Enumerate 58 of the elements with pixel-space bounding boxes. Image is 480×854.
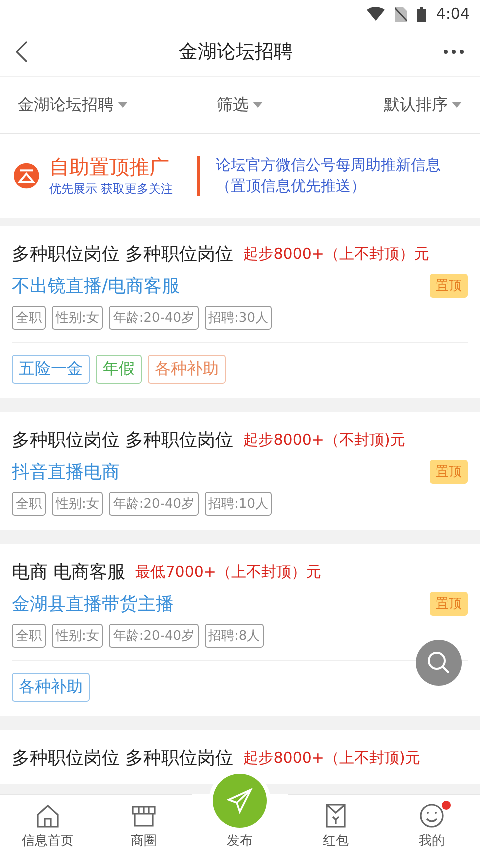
promo-subtitle: 优先展示 获取更多关注: [49, 181, 174, 198]
tab-item[interactable]: 我的: [384, 794, 480, 854]
job-tag: 全职: [12, 624, 46, 648]
home-icon: [34, 802, 62, 830]
promo-title: 自助置顶推广: [49, 154, 170, 181]
battery-icon: [417, 6, 426, 22]
caret-icon: [452, 102, 462, 108]
filter-dropdown[interactable]: 筛选: [199, 94, 281, 116]
job-tag: 招聘:8人: [204, 624, 264, 648]
more-icon: [444, 50, 464, 54]
job-tag: 年龄:20-40岁: [109, 306, 199, 330]
benefit-tag: 年假: [96, 355, 142, 384]
job-position: 不出镜直播/电商客服: [12, 275, 182, 298]
job-tag: 招聘:10人: [204, 492, 272, 516]
tab-item[interactable]: 信息首页: [0, 794, 96, 854]
job-card[interactable]: 电商 电商客服 最低7000+（上不封顶）元 金湖县直播带货主播 置顶 全职 性别:女 年龄:20-40岁 招聘:8人 各种补助: [0, 544, 480, 716]
tab-item[interactable]: 发布: [192, 774, 288, 854]
no-sim-icon: [395, 6, 408, 22]
salary: 最低7000+（上不封顶）元: [136, 562, 322, 582]
filter-dropdown[interactable]: 默认排序: [366, 94, 480, 116]
job-tag: 性别:女: [52, 624, 104, 648]
job-tag: 招聘:30人: [204, 306, 272, 330]
salary: 起步8000+（上不封顶）元: [244, 244, 430, 264]
salary: 起步8000+（不封顶)元: [244, 430, 406, 450]
publish-icon: [213, 774, 267, 828]
job-position: 金湖县直播带货主播: [12, 593, 175, 616]
status-time: 4:04: [436, 5, 470, 23]
job-tag: 全职: [12, 306, 46, 330]
tab-item[interactable]: 红包: [288, 794, 384, 854]
job-tag: 全职: [12, 492, 46, 516]
job-title: 多种职位岗位 多种职位岗位: [12, 243, 234, 266]
job-tag: 年龄:20-40岁: [109, 492, 199, 516]
search-icon: [427, 651, 451, 675]
caret-icon: [118, 102, 128, 108]
page-title: 金湖论坛招聘: [179, 40, 293, 65]
job-card[interactable]: 多种职位岗位 多种职位岗位 起步8000+（不封顶)元 抖音直播电商 置顶 全职 性别:女 年龄:20-40岁 招聘:10人: [0, 412, 480, 530]
pinned-badge: 置顶: [430, 460, 468, 484]
smiley-icon: [418, 802, 446, 830]
job-tag: 性别:女: [52, 492, 104, 516]
benefit-tag: 五险一金: [12, 355, 90, 384]
pinned-badge: 置顶: [430, 592, 468, 616]
tab-item[interactable]: 商圈: [96, 794, 192, 854]
wifi-icon: [367, 7, 386, 21]
job-title: 多种职位岗位 多种职位岗位: [12, 429, 234, 452]
filter-dropdown[interactable]: 金湖论坛招聘: [0, 94, 146, 116]
caret-icon: [253, 102, 263, 108]
job-tag: 性别:女: [52, 306, 104, 330]
benefit-tag: 各种补助: [12, 673, 90, 702]
salary: 起步8000+（上不封顶)元: [244, 748, 420, 768]
job-position: 抖音直播电商: [12, 461, 121, 484]
job-card[interactable]: 多种职位岗位 多种职位岗位 起步8000+（上不封顶）元 不出镜直播/电商客服 置顶 全职 性别:女 年龄:20-40岁 招聘:30人 五险一金 年假 各种补助: [0, 226, 480, 398]
benefit-tag: 各种补助: [148, 355, 226, 384]
pinned-badge: 置顶: [430, 274, 468, 298]
job-card[interactable]: 多种职位岗位 多种职位岗位 起步8000+（上不封顶)元: [0, 730, 480, 784]
job-tag: 年龄:20-40岁: [109, 624, 199, 648]
job-title: 电商 电商客服: [12, 561, 126, 584]
job-title: 多种职位岗位 多种职位岗位: [12, 747, 234, 770]
promo-notice: 论坛官方微信公号每周助推新信息（置顶信息优先推送）: [216, 155, 442, 197]
